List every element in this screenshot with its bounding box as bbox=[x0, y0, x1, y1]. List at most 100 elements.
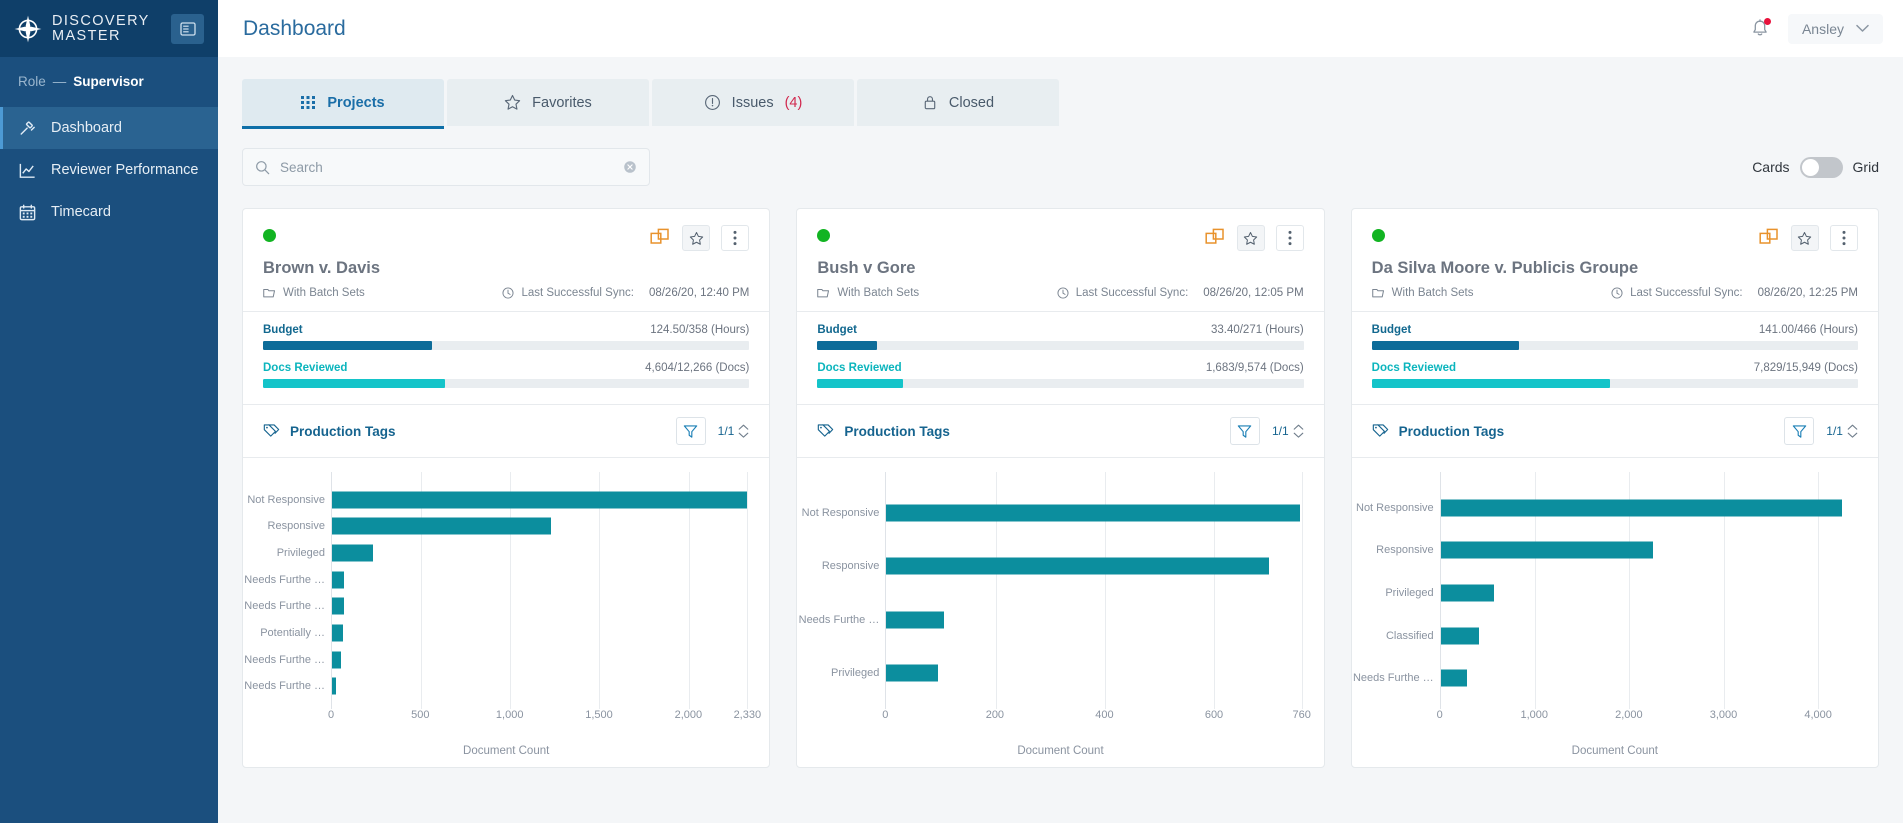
tags-icon bbox=[263, 423, 280, 439]
tab-issues[interactable]: Issues (4) bbox=[652, 79, 854, 126]
collapse-sidebar-icon[interactable] bbox=[171, 13, 204, 44]
chevron-down-icon[interactable] bbox=[1847, 432, 1858, 438]
chart-pager[interactable]: 1/1 bbox=[1272, 424, 1304, 438]
production-tags-title: Production Tags bbox=[263, 423, 396, 439]
card-header-actions bbox=[1204, 225, 1304, 251]
duplicate-icon[interactable] bbox=[1204, 227, 1226, 249]
search-input[interactable] bbox=[280, 159, 613, 175]
budget-value: 124.50/358 (Hours) bbox=[650, 324, 750, 336]
chevron-up-icon[interactable] bbox=[1847, 424, 1858, 430]
chart-xtick-label: 500 bbox=[411, 709, 430, 721]
search-row: Cards Grid bbox=[242, 148, 1879, 186]
chart-category-label: Needs Furthe … bbox=[244, 600, 325, 613]
production-tags-header: Production Tags 1/1 bbox=[1351, 404, 1878, 457]
docs-reviewed-row: Docs Reviewed 1,683/9,574 (Docs) bbox=[817, 362, 1303, 374]
budget-progress-track bbox=[263, 341, 750, 350]
budget-row: Budget 33.40/271 (Hours) bbox=[817, 324, 1303, 336]
card-subheader: With Batch Sets Last Successful Sync: 08/2… bbox=[263, 287, 749, 299]
user-menu-button[interactable]: Ansley bbox=[1787, 13, 1883, 44]
budget-progress-fill bbox=[1371, 341, 1519, 350]
tab-projects[interactable]: Projects bbox=[242, 79, 444, 129]
batch-sets-label: With Batch Sets bbox=[837, 287, 920, 299]
chart-pager-arrows[interactable] bbox=[738, 424, 749, 438]
user-name: Ansley bbox=[1801, 20, 1844, 37]
filter-icon[interactable] bbox=[675, 417, 706, 445]
batch-sets-info: With Batch Sets bbox=[263, 287, 365, 299]
last-sync-label: Last Successful Sync: bbox=[521, 287, 634, 299]
chart-pager-value: 1/1 bbox=[1826, 424, 1843, 438]
filter-icon[interactable] bbox=[1229, 417, 1260, 445]
chart-plot: Not Responsive Responsive Privileged Classi… bbox=[1353, 472, 1856, 709]
chart-line-icon bbox=[18, 161, 37, 180]
production-tags-actions: 1/1 bbox=[675, 417, 750, 445]
last-sync-value: 08/26/20, 12:05 PM bbox=[1203, 287, 1304, 299]
tab-closed[interactable]: Closed bbox=[857, 79, 1059, 126]
chart-xtick-label: 0 bbox=[882, 709, 889, 721]
favorite-star-button[interactable] bbox=[1790, 225, 1819, 251]
chart-bar bbox=[1440, 627, 1480, 645]
chart-bar bbox=[332, 517, 552, 535]
tab-favorites[interactable]: Favorites bbox=[447, 79, 649, 126]
favorite-star-button[interactable] bbox=[682, 225, 711, 251]
chart-category-label: Needs Furthe … bbox=[244, 573, 325, 586]
filter-icon[interactable] bbox=[1784, 417, 1815, 445]
sidebar-item-timecard[interactable]: Timecard bbox=[0, 191, 218, 233]
chart-xtick-label: 760 bbox=[1292, 709, 1311, 721]
view-toggle-right-label: Grid bbox=[1852, 159, 1879, 175]
more-vertical-icon[interactable] bbox=[1275, 225, 1304, 251]
clock-icon bbox=[1611, 287, 1623, 299]
clear-circle-icon[interactable] bbox=[623, 160, 637, 174]
sidebar: DISCOVERY MASTER Role — Supervisor Dashb… bbox=[0, 0, 218, 823]
docs-reviewed-value: 4,604/12,266 (Docs) bbox=[645, 362, 750, 374]
tags-icon bbox=[817, 423, 834, 439]
chart-pager[interactable]: 1/1 bbox=[718, 424, 750, 438]
bell-icon[interactable] bbox=[1750, 17, 1771, 40]
chart-bar bbox=[332, 544, 373, 562]
production-tags-label: Production Tags bbox=[290, 423, 396, 439]
top-bar-right: Ansley bbox=[1750, 13, 1883, 44]
tags-icon bbox=[1372, 423, 1389, 439]
chart-bar bbox=[1440, 669, 1468, 687]
duplicate-icon[interactable] bbox=[649, 227, 671, 249]
budget-value: 141.00/466 (Hours) bbox=[1758, 324, 1858, 336]
card-metrics: Budget 33.40/271 (Hours) Docs Reviewed 1,68… bbox=[797, 311, 1324, 404]
chart-bar bbox=[886, 664, 939, 682]
more-vertical-icon[interactable] bbox=[1829, 225, 1858, 251]
chart-bar bbox=[1440, 541, 1654, 559]
production-tags-title: Production Tags bbox=[817, 423, 950, 439]
chart-pager-arrows[interactable] bbox=[1847, 424, 1858, 438]
chart-pager-arrows[interactable] bbox=[1293, 424, 1304, 438]
duplicate-icon[interactable] bbox=[1758, 227, 1780, 249]
budget-metric: Budget 141.00/466 (Hours) bbox=[1371, 324, 1858, 350]
search-box[interactable] bbox=[242, 148, 650, 186]
card-header: Da Silva Moore v. Publicis Groupe With Ba… bbox=[1352, 209, 1878, 311]
budget-progress-fill bbox=[817, 341, 878, 350]
more-vertical-icon[interactable] bbox=[721, 225, 750, 251]
chevron-down-icon[interactable] bbox=[1293, 432, 1304, 438]
budget-metric: Budget 33.40/271 (Hours) bbox=[817, 324, 1304, 350]
docs-reviewed-progress-track bbox=[263, 379, 750, 388]
favorite-star-button[interactable] bbox=[1236, 225, 1265, 251]
tab-bar: Projects Favorites Issues (4) Closed bbox=[242, 57, 1879, 129]
last-sync-value: 08/26/20, 12:40 PM bbox=[648, 287, 750, 299]
tab-label: Favorites bbox=[532, 94, 592, 111]
project-card: Bush v Gore With Batch Sets Last Successfu… bbox=[796, 208, 1325, 768]
card-header-top bbox=[817, 225, 1304, 251]
chevron-up-icon[interactable] bbox=[1293, 424, 1304, 430]
last-sync-label: Last Successful Sync: bbox=[1075, 287, 1189, 299]
chevron-up-icon[interactable] bbox=[738, 424, 749, 430]
chart-x-axis-title: Document Count bbox=[463, 745, 550, 757]
status-badge bbox=[263, 229, 276, 242]
tab-label: Issues bbox=[731, 94, 774, 111]
chart-area: Not Responsive Responsive Needs Furthe … Pr… bbox=[797, 457, 1324, 767]
batch-sets-info: With Batch Sets bbox=[817, 287, 919, 299]
sidebar-item-reviewer-performance[interactable]: Reviewer Performance bbox=[0, 149, 218, 191]
sidebar-item-dashboard[interactable]: Dashboard bbox=[0, 107, 218, 149]
chevron-down-icon[interactable] bbox=[738, 432, 749, 438]
view-toggle[interactable]: Cards Grid bbox=[1752, 156, 1879, 178]
production-tags-chart: Not Responsive Responsive Privileged Needs … bbox=[244, 472, 761, 761]
view-toggle-switch[interactable] bbox=[1799, 156, 1843, 178]
chart-pager[interactable]: 1/1 bbox=[1826, 424, 1858, 438]
folder-icon bbox=[263, 287, 276, 299]
status-badge bbox=[1371, 229, 1385, 242]
